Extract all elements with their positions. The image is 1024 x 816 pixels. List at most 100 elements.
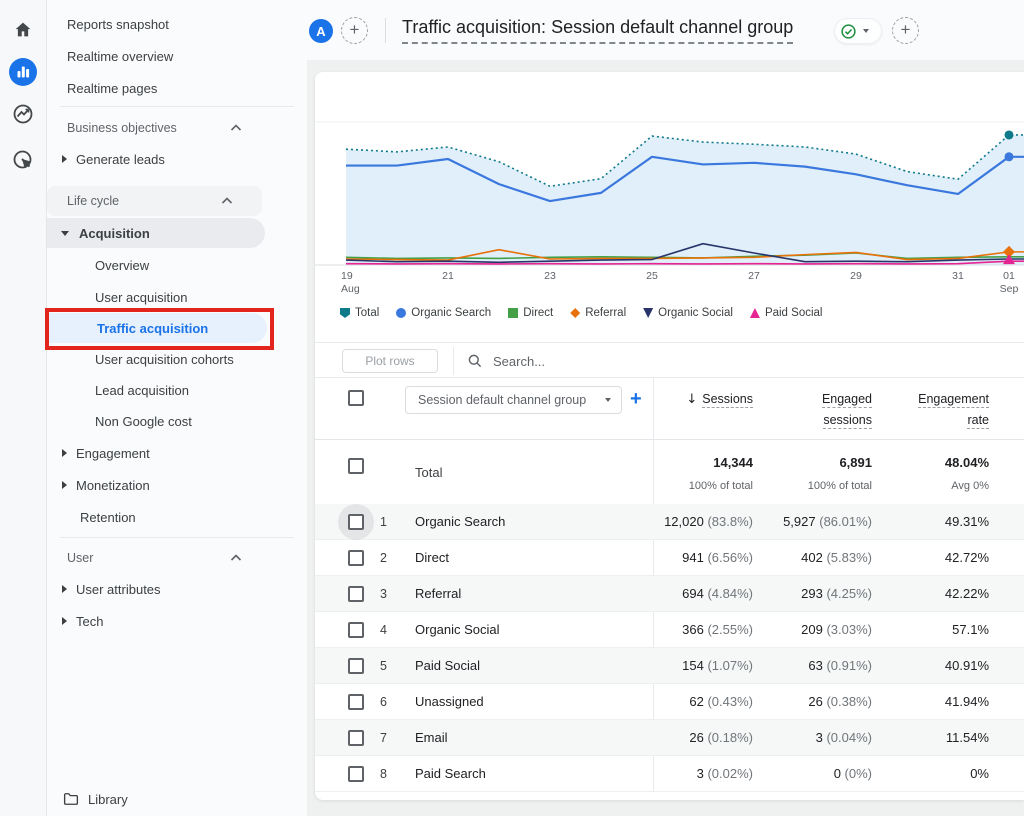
svg-text:23: 23 xyxy=(544,270,556,282)
row-checkbox[interactable] xyxy=(348,694,364,710)
reports-sidebar: Reports snapshot Realtime overview Realt… xyxy=(47,0,307,816)
sidebar-item-overview[interactable]: Overview xyxy=(47,250,295,280)
legend-label: Paid Social xyxy=(765,307,823,319)
table-row[interactable]: 4 Organic Social 366 (2.55%) 209 (3.03%)… xyxy=(315,612,1024,648)
sidebar-section-business-objectives[interactable]: Business objectives xyxy=(47,113,295,143)
channel-name: Direct xyxy=(415,550,449,565)
table-toolbar: Plot rows xyxy=(315,342,1024,378)
total-rate: 48.04% xyxy=(849,455,989,470)
row-checkbox[interactable] xyxy=(348,730,364,746)
row-checkbox[interactable] xyxy=(348,550,364,566)
total-sessions-sub: 100% of total xyxy=(585,480,753,492)
check-circle-icon xyxy=(840,23,857,40)
svg-text:21: 21 xyxy=(442,270,454,282)
sidebar-divider xyxy=(60,106,294,107)
total-row-checkbox[interactable] xyxy=(348,458,364,474)
reports-icon[interactable] xyxy=(9,58,37,86)
sidebar-item-reports-snapshot[interactable]: Reports snapshot xyxy=(47,9,295,39)
legend-label: Organic Search xyxy=(411,307,491,319)
collapse-arrow-icon xyxy=(61,231,69,236)
sidebar-item-generate-leads[interactable]: Generate leads xyxy=(47,144,295,174)
add-report-button[interactable]: + xyxy=(892,17,919,44)
svg-text:01: 01 xyxy=(1003,270,1015,282)
channel-name: Unassigned xyxy=(415,694,484,709)
sidebar-item-user-acquisition-cohorts[interactable]: User acquisition cohorts xyxy=(47,344,295,374)
sidebar-item-tech[interactable]: Tech xyxy=(47,606,295,636)
table-row[interactable]: 1 Organic Search 12,020 (83.8%) 5,927 (8… xyxy=(315,504,1024,540)
total-rate-sub: Avg 0% xyxy=(849,480,989,492)
chart-legend: TotalOrganic SearchDirectReferralOrganic… xyxy=(340,304,822,322)
triangle-down-marker-icon xyxy=(643,308,653,318)
sort-descending-icon: ↓ xyxy=(686,392,697,407)
row-checkbox[interactable] xyxy=(348,658,364,674)
triangle-up-marker-icon xyxy=(750,308,760,318)
svg-text:19: 19 xyxy=(341,270,353,282)
table-row[interactable]: 3 Referral 694 (4.84%) 293 (4.25%) 42.22… xyxy=(315,576,1024,612)
svg-text:31: 31 xyxy=(952,270,964,282)
legend-item-referral: Referral xyxy=(570,307,626,319)
column-header-engagement-rate[interactable]: Engagement rate xyxy=(845,389,989,430)
explore-icon[interactable] xyxy=(9,100,37,128)
row-checkbox[interactable] xyxy=(348,622,364,638)
report-header: A + Traffic acquisition: Session default… xyxy=(307,0,1024,60)
sidebar-item-retention[interactable]: Retention xyxy=(47,502,295,532)
add-comparison-button[interactable]: + xyxy=(341,17,368,44)
search-icon xyxy=(467,353,483,369)
table-row[interactable]: 7 Email 26 (0.18%) 3 (0.04%) 11.54% xyxy=(315,720,1024,756)
sidebar-item-library[interactable]: Library xyxy=(47,784,295,814)
sidebar-item-user-acquisition[interactable]: User acquisition xyxy=(47,282,295,312)
avatar[interactable]: A xyxy=(309,19,333,43)
row-checkbox[interactable] xyxy=(348,766,364,782)
channel-name: Paid Social xyxy=(415,658,480,673)
row-checkbox[interactable] xyxy=(348,514,364,530)
sidebar-item-traffic-acquisition[interactable]: Traffic acquisition xyxy=(49,313,267,343)
chart-canvas: 19Aug21232527293101Sep xyxy=(315,72,1024,304)
folder-icon xyxy=(62,790,80,808)
select-all-checkbox[interactable] xyxy=(348,390,364,406)
channel-name: Organic Search xyxy=(415,514,505,529)
home-icon[interactable] xyxy=(9,16,37,44)
legend-item-paid-social: Paid Social xyxy=(750,307,823,319)
svg-text:29: 29 xyxy=(850,270,862,282)
channel-name: Email xyxy=(415,730,448,745)
dimension-selector[interactable]: Session default channel group xyxy=(405,386,622,414)
table-row[interactable]: 8 Paid Search 3 (0.02%) 0 (0%) 0% xyxy=(315,756,1024,792)
table-row[interactable]: 6 Unassigned 62 (0.43%) 26 (0.38%) 41.94… xyxy=(315,684,1024,720)
report-status-button[interactable] xyxy=(834,18,882,44)
total-label: Total xyxy=(415,465,442,480)
channel-name: Organic Social xyxy=(415,622,500,637)
search-input[interactable] xyxy=(493,354,933,369)
toolbar-divider xyxy=(453,347,454,375)
legend-item-total: Total xyxy=(340,307,379,319)
legend-item-organic-search: Organic Search xyxy=(396,307,491,319)
sidebar-item-realtime-overview[interactable]: Realtime overview xyxy=(47,41,295,71)
sidebar-item-non-google-cost[interactable]: Non Google cost xyxy=(47,406,295,436)
report-card: 19Aug21232527293101Sep TotalOrganic Sear… xyxy=(315,72,1024,800)
app-rail xyxy=(0,0,47,816)
svg-text:27: 27 xyxy=(748,270,760,282)
sidebar-item-realtime-pages[interactable]: Realtime pages xyxy=(47,73,295,103)
advertising-icon[interactable] xyxy=(9,146,37,174)
plot-rows-button[interactable]: Plot rows xyxy=(342,349,438,373)
table-row[interactable]: 2 Direct 941 (6.56%) 402 (5.83%) 42.72% xyxy=(315,540,1024,576)
table-row[interactable]: 5 Paid Social 154 (1.07%) 63 (0.91%) 40.… xyxy=(315,648,1024,684)
sidebar-section-life-cycle[interactable]: Life cycle xyxy=(47,186,262,216)
sidebar-item-user-attributes[interactable]: User attributes xyxy=(47,574,295,604)
legend-label: Referral xyxy=(585,307,626,319)
svg-text:Sep: Sep xyxy=(1000,283,1019,295)
sessions-trend-chart: 19Aug21232527293101Sep xyxy=(315,72,1024,304)
sidebar-item-engagement[interactable]: Engagement xyxy=(47,438,295,468)
legend-label: Total xyxy=(355,307,379,319)
channel-name: Paid Search xyxy=(415,766,486,781)
page-title[interactable]: Traffic acquisition: Session default cha… xyxy=(402,17,793,44)
column-header-sessions[interactable]: ↓Sessions xyxy=(615,389,753,410)
table-header: Session default channel group + ↓Session… xyxy=(315,378,1024,440)
sidebar-item-acquisition[interactable]: Acquisition xyxy=(47,218,265,248)
sidebar-section-user[interactable]: User xyxy=(47,543,295,573)
sidebar-item-monetization[interactable]: Monetization xyxy=(47,470,295,500)
svg-text:Aug: Aug xyxy=(341,283,360,295)
chevron-up-icon xyxy=(229,551,243,568)
row-checkbox[interactable] xyxy=(348,586,364,602)
table-total-row: Total 14,344 100% of total 6,891 100% of… xyxy=(315,440,1024,504)
sidebar-item-lead-acquisition[interactable]: Lead acquisition xyxy=(47,375,295,405)
